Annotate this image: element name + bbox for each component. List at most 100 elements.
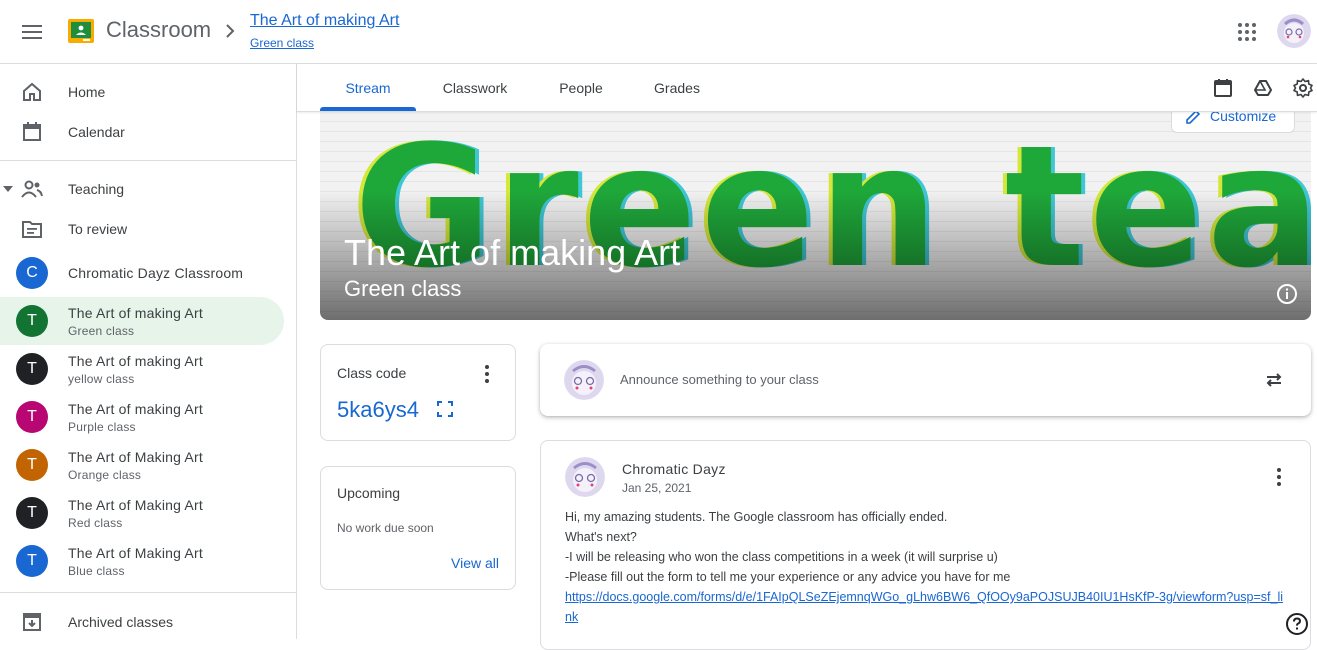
help-button[interactable] [1285, 612, 1309, 636]
stream-post: Chromatic Dayz Jan 25, 2021 Hi, my amazi… [540, 440, 1311, 650]
class-initial-avatar: T [16, 497, 48, 529]
sidebar-class-item[interactable]: T The Art of Making Art Orange class [0, 441, 284, 489]
class-initial-avatar: T [16, 305, 48, 337]
post-line: -Please fill out the form to tell me you… [565, 570, 1011, 584]
class-name: The Art of Making Art [68, 449, 203, 465]
announce-box[interactable]: Announce something to your class [540, 344, 1311, 416]
tab-classwork[interactable]: Classwork [425, 64, 525, 111]
calendar-icon [20, 120, 44, 144]
sidebar-item-teaching[interactable]: Teaching [0, 169, 284, 209]
display-code-button[interactable] [437, 401, 455, 419]
class-name: The Art of making Art [68, 353, 203, 369]
main-menu-button[interactable] [16, 16, 48, 48]
sidebar-item-label: Home [68, 84, 106, 100]
sidebar-item-label: Teaching [68, 181, 125, 197]
calendar-tab-button[interactable] [1211, 76, 1235, 100]
upcoming-card: Upcoming No work due soon View all [320, 466, 516, 590]
class-code-card: Class code 5ka6ys4 [320, 344, 516, 441]
class-section: Purple class [68, 420, 136, 434]
class-name: The Art of making Art [68, 401, 203, 417]
sidebar-class-item[interactable]: T The Art of making Art Green class [0, 297, 284, 345]
tab-people[interactable]: People [541, 64, 621, 111]
class-section: Green class [68, 324, 135, 338]
review-folder-icon [20, 217, 44, 241]
sidebar-class-item[interactable]: C Chromatic Dayz Classroom [0, 249, 284, 297]
post-line: What's next? [565, 530, 637, 544]
sidebar-class-item[interactable]: T The Art of making Art Purple class [0, 393, 284, 441]
upcoming-empty-text: No work due soon [337, 521, 434, 535]
home-icon [20, 80, 44, 104]
class-name: The Art of making Art [68, 305, 203, 321]
chevron-right-icon [226, 24, 235, 38]
class-info-button[interactable] [1275, 282, 1299, 306]
top-app-bar: Classroom The Art of making Art Green cl… [0, 0, 1317, 64]
calendar-icon [1214, 79, 1232, 97]
sidebar-item-home[interactable]: Home [0, 72, 284, 112]
sidebar-class-item[interactable]: T The Art of Making Art Blue class [0, 537, 284, 585]
post-author: Chromatic Dayz [622, 461, 726, 477]
class-section: Blue class [68, 564, 125, 578]
view-all-link[interactable]: View all [451, 555, 499, 571]
classroom-logo-icon[interactable] [68, 18, 94, 49]
sidebar-item-label: To review [68, 221, 128, 237]
reuse-post-button[interactable] [1262, 368, 1286, 392]
class-initial-avatar: T [16, 353, 48, 385]
active-tab-indicator [320, 107, 416, 111]
sidebar-class-item[interactable]: T The Art of making Art yellow class [0, 345, 284, 393]
class-tab-bar: Stream Classwork People Grades [297, 64, 1317, 112]
class-section: Red class [68, 516, 123, 530]
navigation-drawer: Home Calendar Teaching To review C Chrom… [0, 64, 297, 639]
more-vert-icon [1277, 468, 1281, 486]
user-avatar [564, 360, 604, 400]
post-form-link[interactable]: https://docs.google.com/forms/d/e/1FAIpQ… [565, 590, 1283, 624]
people-icon [20, 177, 44, 201]
sidebar-item-to-review[interactable]: To review [0, 209, 284, 249]
account-avatar[interactable] [1277, 14, 1311, 48]
apps-grid-icon [1238, 23, 1256, 41]
breadcrumb-class-title[interactable]: The Art of making Art [250, 12, 399, 30]
class-settings-button[interactable] [1291, 76, 1315, 100]
banner-class-title[interactable]: The Art of making Art [344, 232, 680, 274]
post-date: Jan 25, 2021 [622, 481, 692, 495]
banner-class-section: Green class [344, 276, 462, 301]
class-code-value: 5ka6ys4 [337, 397, 419, 422]
sidebar-item-calendar[interactable]: Calendar [0, 112, 284, 152]
google-drive-icon [1254, 80, 1272, 96]
upcoming-label: Upcoming [337, 485, 401, 501]
info-icon [1277, 284, 1297, 304]
breadcrumb-class-section[interactable]: Green class [250, 36, 314, 50]
sidebar-divider [0, 160, 296, 161]
help-icon [1286, 613, 1308, 635]
sidebar-item-archived[interactable]: Archived classes [0, 602, 284, 642]
hamburger-menu-icon [22, 25, 42, 39]
tab-grades[interactable]: Grades [637, 64, 717, 111]
class-section: Orange class [68, 468, 142, 482]
class-section: yellow class [68, 372, 135, 386]
announce-placeholder[interactable]: Announce something to your class [620, 372, 819, 387]
post-body: Hi, my amazing students. The Google clas… [565, 507, 1285, 627]
class-initial-avatar: T [16, 449, 48, 481]
caret-down-icon [3, 186, 13, 192]
drive-folder-button[interactable] [1251, 76, 1275, 100]
class-name: The Art of Making Art [68, 545, 203, 561]
repost-icon [1266, 373, 1282, 387]
class-name: The Art of Making Art [68, 497, 203, 513]
google-apps-button[interactable] [1233, 18, 1261, 46]
post-line: Hi, my amazing students. The Google clas… [565, 510, 948, 524]
class-initial-avatar: T [16, 545, 48, 577]
class-initial-avatar: T [16, 401, 48, 433]
sidebar-class-item[interactable]: T The Art of Making Art Red class [0, 489, 284, 537]
app-title[interactable]: Classroom [106, 17, 211, 43]
sidebar-item-label: Archived classes [68, 614, 174, 630]
sidebar-item-label: Calendar [68, 124, 125, 140]
fullscreen-icon [437, 401, 453, 417]
class-code-more-button[interactable] [477, 363, 497, 385]
more-vert-icon [485, 365, 489, 383]
author-avatar [565, 457, 605, 497]
class-code-label: Class code [337, 365, 407, 381]
post-more-button[interactable] [1267, 465, 1291, 489]
class-banner: Green team The Art of making Art Green c… [320, 112, 1311, 320]
archive-icon [20, 610, 44, 634]
tab-stream[interactable]: Stream [320, 64, 416, 111]
post-line: -I will be releasing who won the class c… [565, 550, 998, 564]
